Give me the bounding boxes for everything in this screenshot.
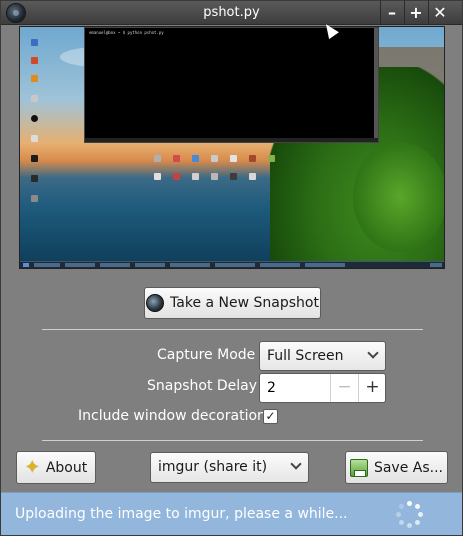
spinner-dot bbox=[396, 512, 401, 517]
desktop-icon bbox=[31, 57, 38, 64]
desktop-icon bbox=[31, 39, 38, 46]
close-button[interactable]: ✕ bbox=[429, 2, 451, 24]
taskbar-item bbox=[305, 263, 345, 267]
desktop-icon bbox=[31, 195, 38, 202]
taskbar-item bbox=[260, 263, 300, 267]
desktop-icon bbox=[211, 155, 218, 162]
about-label: About bbox=[45, 459, 88, 476]
section-divider bbox=[42, 329, 423, 330]
taskbar-item bbox=[23, 263, 29, 267]
wallpaper-foliage bbox=[340, 127, 444, 267]
minimize-button[interactable]: – bbox=[381, 2, 403, 24]
upload-service-value: imgur (share it) bbox=[158, 459, 268, 475]
chevron-down-icon bbox=[367, 347, 379, 359]
section-divider bbox=[42, 440, 423, 441]
terminal-scrollbar bbox=[374, 28, 378, 142]
terminal-text: emanuel@box ~ $ python pshot.py bbox=[89, 30, 164, 35]
desktop-icon bbox=[31, 175, 38, 182]
taskbar-item bbox=[170, 263, 210, 267]
snapshot-delay-spinner: − + bbox=[259, 373, 386, 403]
desktop-icon bbox=[31, 75, 38, 82]
camera-icon bbox=[146, 294, 165, 312]
include-decorations-checkbox[interactable]: ✓ bbox=[263, 409, 278, 424]
taskbar-item bbox=[65, 263, 95, 267]
taskbar-item bbox=[100, 263, 130, 267]
desktop-icon bbox=[211, 173, 218, 180]
taskbar-item bbox=[215, 263, 255, 267]
terminal-statusbar bbox=[85, 138, 378, 142]
terminal-window-thumbnail: emanuel@box ~ $ python pshot.py bbox=[84, 27, 379, 143]
status-message: Uploading the image to imgur, please a w… bbox=[15, 506, 348, 522]
save-as-label: Save As... bbox=[373, 459, 444, 476]
about-button[interactable]: ✦ About bbox=[16, 451, 96, 484]
snapshot-delay-input[interactable] bbox=[267, 380, 327, 396]
spinner-dot bbox=[407, 501, 412, 506]
save-as-button[interactable]: Save As... bbox=[345, 451, 448, 484]
desktop-icon bbox=[173, 155, 180, 162]
spinner-dot bbox=[399, 504, 404, 509]
desktop-icon bbox=[154, 173, 161, 180]
desktop-icon bbox=[192, 173, 199, 180]
star-icon: ✦ bbox=[24, 456, 40, 478]
desktop-taskbar bbox=[20, 261, 444, 268]
capture-mode-select[interactable]: Full Screen bbox=[259, 341, 386, 371]
pshot-window: pshot.py – + ✕ emanuel@box ~ $ python ps… bbox=[0, 0, 463, 536]
spinner-dot bbox=[418, 512, 423, 517]
save-icon bbox=[349, 458, 368, 477]
taskbar-clock bbox=[430, 263, 442, 267]
take-snapshot-label: Take a New Snapshot bbox=[170, 295, 319, 311]
upload-service-select[interactable]: imgur (share it) bbox=[150, 452, 309, 483]
spinner-dot bbox=[407, 523, 412, 528]
maximize-button[interactable]: + bbox=[405, 2, 427, 24]
title-bar[interactable]: pshot.py – + ✕ bbox=[1, 1, 462, 25]
delay-increment-button[interactable]: + bbox=[358, 374, 386, 402]
desktop-icon bbox=[230, 155, 237, 162]
spinner-dot bbox=[415, 520, 420, 525]
snapshot-delay-label: Snapshot Delay bbox=[147, 378, 258, 394]
desktop-icon bbox=[173, 173, 180, 180]
desktop-icon bbox=[31, 155, 38, 162]
taskbar-item bbox=[135, 263, 165, 267]
desktop-icon bbox=[230, 173, 237, 180]
chevron-down-icon bbox=[290, 458, 302, 470]
include-decorations-label: Include window decorations bbox=[78, 408, 274, 424]
status-bar: Uploading the image to imgur, please a w… bbox=[1, 492, 462, 535]
loading-spinner-icon bbox=[395, 501, 423, 529]
desktop-icon bbox=[31, 95, 38, 102]
desktop-icon bbox=[192, 155, 199, 162]
desktop-icon bbox=[268, 155, 275, 162]
spinner-dot bbox=[415, 504, 420, 509]
desktop-icon bbox=[249, 173, 256, 180]
delay-decrement-button[interactable]: − bbox=[330, 374, 358, 402]
capture-mode-label: Capture Mode bbox=[157, 347, 256, 363]
desktop-icon bbox=[31, 115, 38, 122]
taskbar-item bbox=[34, 263, 60, 267]
spinner-dot bbox=[399, 520, 404, 525]
desktop-icon bbox=[31, 135, 38, 142]
screenshot-preview: emanuel@box ~ $ python pshot.py bbox=[19, 26, 445, 269]
desktop-icon bbox=[154, 155, 161, 162]
capture-mode-value: Full Screen bbox=[267, 348, 344, 364]
take-snapshot-button[interactable]: Take a New Snapshot bbox=[144, 287, 321, 319]
desktop-icon bbox=[249, 155, 256, 162]
